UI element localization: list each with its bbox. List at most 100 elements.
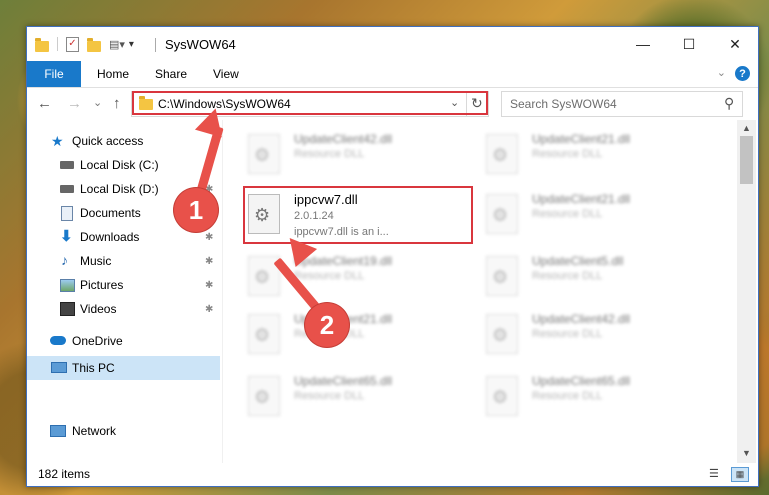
drive-icon: [60, 161, 74, 169]
close-button[interactable]: ✕: [712, 27, 758, 61]
item-count: 182 items: [38, 467, 91, 481]
search-icon[interactable]: ⚲: [724, 95, 734, 112]
sidebar-item-this-pc[interactable]: This PC: [27, 356, 220, 380]
file-type: Resource DLL: [294, 390, 365, 402]
step-1-badge: 1: [174, 188, 218, 232]
file-name: UpdateClient65.dll: [532, 374, 631, 388]
sidebar-item-label: Quick access: [72, 134, 144, 148]
dll-file-icon: [248, 314, 280, 354]
sidebar-item-music[interactable]: ♪ Music ✱: [27, 249, 220, 273]
file-type: Resource DLL: [532, 390, 603, 402]
sidebar-item-label: Downloads: [80, 230, 140, 244]
search-box[interactable]: ⚲: [501, 91, 743, 117]
pictures-icon: [60, 279, 75, 292]
dll-file-icon: [486, 194, 518, 234]
file-item[interactable]: UpdateClient5.dll Resource DLL: [486, 252, 716, 306]
forward-button[interactable]: →: [67, 95, 82, 112]
sidebar-item-onedrive[interactable]: OneDrive: [27, 329, 220, 353]
sidebar-item-pictures[interactable]: Pictures ✱: [27, 273, 220, 297]
folder-icon[interactable]: [35, 37, 49, 52]
new-folder-icon[interactable]: [87, 37, 101, 52]
sidebar-item-label: Pictures: [80, 278, 124, 292]
tab-home[interactable]: Home: [97, 61, 129, 87]
up-button[interactable]: ↑: [113, 95, 121, 112]
large-icons-view-icon[interactable]: ▦: [731, 467, 749, 482]
navigation-pane: ★ Quick access Local Disk (C:) ✱ Local D…: [27, 122, 220, 462]
explorer-window: ✓ ▤▾ ▾ SysWOW64 — ☐ ✕ File Home Share Vi…: [26, 26, 759, 487]
file-item[interactable]: UpdateClient21.dll Resource DLL: [486, 190, 716, 244]
pin-icon[interactable]: ✱: [205, 280, 213, 291]
file-highlight-box: [243, 186, 473, 244]
status-bar: 182 items ☰ ▦: [27, 463, 758, 485]
file-type: Resource DLL: [532, 270, 603, 282]
pin-icon[interactable]: ✱: [205, 256, 213, 267]
expand-ribbon-icon[interactable]: ⌄: [717, 66, 726, 79]
pin-icon[interactable]: ✱: [205, 304, 213, 315]
navigation-bar: ← → ⌄ ↑ C:\Windows\SysWOW64 ⌄ ↻ ⚲: [27, 88, 758, 120]
file-name: UpdateClient42.dll: [294, 132, 393, 146]
download-icon: ⬇: [60, 228, 73, 245]
maximize-button[interactable]: ☐: [666, 27, 712, 61]
pin-icon[interactable]: ✱: [205, 232, 213, 243]
sidebar-item-local-disk-c[interactable]: Local Disk (C:) ✱: [27, 153, 220, 177]
details-view-icon[interactable]: ☰: [709, 467, 725, 480]
dll-file-icon: [248, 376, 280, 416]
sidebar-item-label: Documents: [80, 206, 141, 220]
file-item[interactable]: UpdateClient65.dll Resource DLL: [486, 372, 716, 426]
file-type: Resource DLL: [532, 148, 603, 160]
recent-locations-button[interactable]: ⌄: [93, 96, 102, 109]
sidebar-item-label: Local Disk (C:): [80, 158, 159, 172]
title-bar: ✓ ▤▾ ▾ SysWOW64 — ☐ ✕: [27, 27, 758, 61]
dll-file-icon: [486, 256, 518, 296]
computer-icon: [51, 362, 67, 373]
toolbar-dropdown-icon[interactable]: ▾: [129, 39, 134, 50]
address-highlight-box: [132, 91, 488, 115]
file-name: UpdateClient65.dll: [294, 374, 393, 388]
file-item[interactable]: UpdateClient65.dll Resource DLL: [248, 372, 478, 426]
ribbon: File Home Share View ⌄ ?: [27, 61, 758, 88]
dll-file-icon: [248, 134, 280, 174]
properties-icon[interactable]: ✓: [66, 36, 79, 52]
dll-file-icon: [486, 376, 518, 416]
customize-toolbar-icon[interactable]: ▤▾: [109, 38, 125, 51]
file-item[interactable]: UpdateClient42.dll Resource DLL: [248, 130, 478, 184]
sidebar-item-quick-access[interactable]: ★ Quick access: [27, 129, 220, 153]
file-name: UpdateClient5.dll: [532, 254, 624, 268]
toolbar-divider: [57, 37, 58, 51]
sidebar-item-label: OneDrive: [72, 334, 123, 348]
cloud-icon: [50, 336, 66, 345]
scroll-up-icon[interactable]: ▲: [742, 123, 751, 133]
file-type: Resource DLL: [294, 270, 365, 282]
sidebar-item-network[interactable]: Network: [27, 419, 220, 443]
sidebar-item-label: Music: [80, 254, 112, 268]
tab-view[interactable]: View: [213, 61, 239, 87]
tab-file[interactable]: File: [27, 61, 81, 87]
scroll-down-icon[interactable]: ▼: [742, 448, 751, 458]
dll-file-icon: [486, 134, 518, 174]
search-input[interactable]: [508, 96, 712, 112]
file-name: UpdateClient21.dll: [532, 192, 631, 206]
file-name: UpdateClient42.dll: [532, 312, 631, 326]
videos-icon: [60, 302, 75, 316]
documents-icon: [61, 206, 73, 221]
file-item[interactable]: UpdateClient21.dll Resource DLL: [248, 310, 478, 364]
sidebar-item-label: Network: [72, 424, 117, 438]
dll-file-icon: [486, 314, 518, 354]
file-type: Resource DLL: [294, 148, 365, 160]
help-icon[interactable]: ?: [735, 66, 750, 81]
file-item[interactable]: UpdateClient42.dll Resource DLL: [486, 310, 716, 364]
sidebar-item-label: This PC: [72, 361, 115, 375]
vertical-scrollbar[interactable]: ▲ ▼: [737, 120, 756, 463]
star-icon: ★: [51, 133, 64, 149]
back-button[interactable]: ←: [37, 95, 52, 112]
sidebar-item-videos[interactable]: Videos ✱: [27, 297, 220, 321]
network-icon: [50, 425, 66, 437]
tab-share[interactable]: Share: [155, 61, 187, 87]
minimize-button[interactable]: —: [620, 27, 666, 61]
title-divider: [155, 38, 156, 52]
scroll-thumb[interactable]: [740, 136, 753, 184]
quick-access-toolbar: ✓ ▤▾ ▾: [35, 36, 134, 52]
step-2-badge: 2: [305, 303, 349, 347]
file-item[interactable]: UpdateClient21.dll Resource DLL: [486, 130, 716, 184]
drive-icon: [60, 185, 74, 193]
